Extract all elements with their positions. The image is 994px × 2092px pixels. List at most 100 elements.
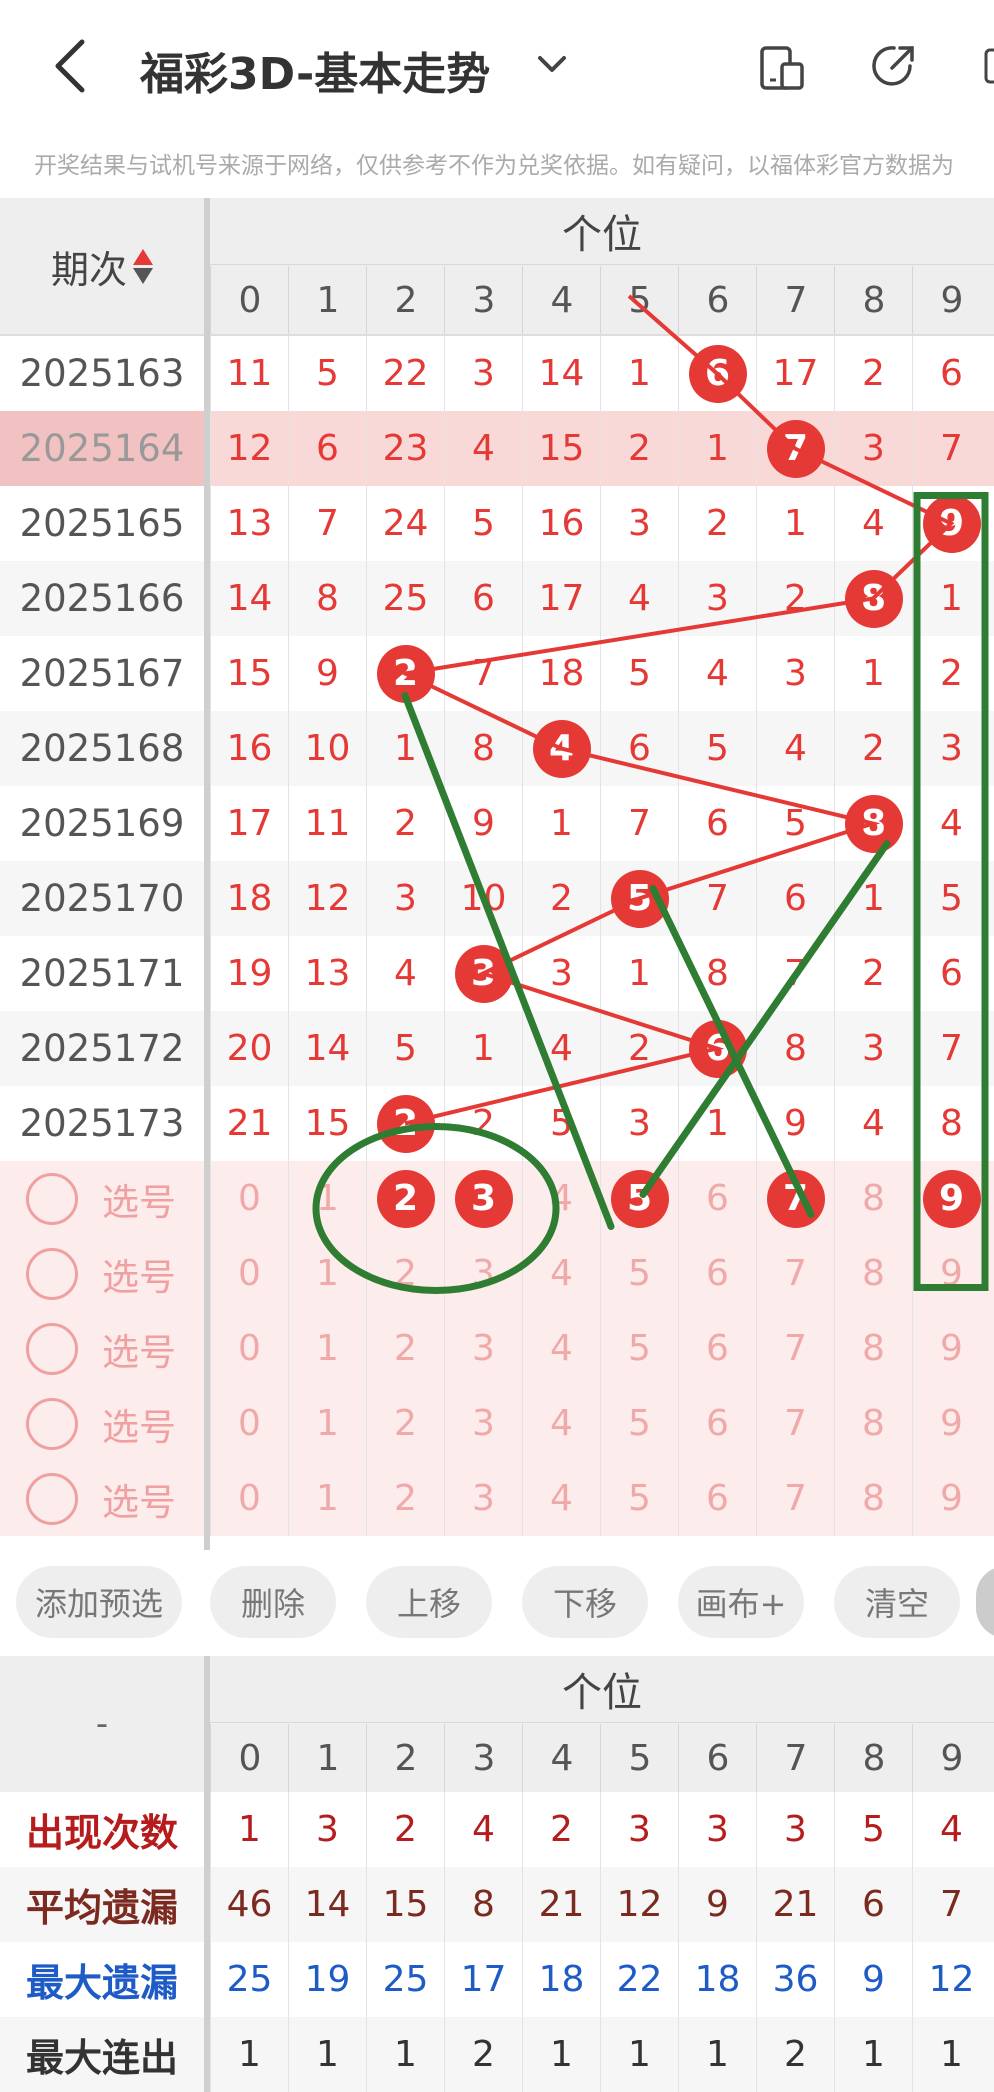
trend-cell[interactable]: 6 [444,561,522,636]
trend-cell[interactable]: 6 [678,1011,756,1086]
trend-cell[interactable]: 7 [678,861,756,936]
pick-cell[interactable]: 9 [912,1461,990,1536]
trend-cell[interactable]: 13 [210,486,288,561]
pick-cell[interactable]: 8 [834,1311,912,1386]
trend-cell[interactable]: 3 [912,711,990,786]
trend-cell[interactable]: 7 [288,486,366,561]
pick-cell[interactable]: 4 [522,1461,600,1536]
sort-icon[interactable] [133,248,153,284]
pick-cell[interactable]: 3 [444,1311,522,1386]
trend-cell[interactable]: 3 [834,1011,912,1086]
pick-cell[interactable]: 1 [288,1161,366,1236]
trend-cell[interactable]: 4 [678,636,756,711]
trend-cell[interactable]: 22 [366,336,444,411]
trend-cell[interactable]: 2 [600,1011,678,1086]
trend-cell[interactable]: 2 [522,861,600,936]
more-icon[interactable] [984,48,994,84]
trend-cell[interactable]: 1 [756,486,834,561]
pick-cell[interactable]: 1 [288,1236,366,1311]
pick-cell[interactable]: 2 [366,1386,444,1461]
back-arrow-icon[interactable] [48,36,92,96]
trend-cell[interactable]: 7 [600,786,678,861]
trend-cell[interactable]: 5 [444,486,522,561]
more-button[interactable] [976,1566,994,1638]
trend-cell[interactable]: 5 [366,1011,444,1086]
trend-cell[interactable]: 5 [600,636,678,711]
pick-selector[interactable]: 选号 [0,1236,204,1311]
pick-cell[interactable]: 5 [600,1461,678,1536]
pick-cell[interactable]: 9 [912,1386,990,1461]
pick-cell[interactable]: 3 [444,1461,522,1536]
trend-cell[interactable]: 3 [834,411,912,486]
pick-cell[interactable]: 4 [522,1386,600,1461]
add-preselect-button[interactable]: 添加预选 [16,1566,182,1638]
trend-cell[interactable]: 1 [366,711,444,786]
trend-cell[interactable]: 11 [288,786,366,861]
trend-cell[interactable]: 8 [834,786,912,861]
radio-circle-icon[interactable] [26,1172,78,1225]
move-up-button[interactable]: 上移 [366,1566,492,1638]
pick-selector[interactable]: 选号 [0,1311,204,1386]
pick-cell[interactable]: 8 [834,1161,912,1236]
pick-cell[interactable]: 7 [756,1386,834,1461]
trend-cell[interactable]: 6 [912,936,990,1011]
trend-cell[interactable]: 8 [444,711,522,786]
trend-cell[interactable]: 5 [522,1086,600,1161]
trend-cell[interactable]: 2 [834,936,912,1011]
trend-cell[interactable]: 3 [600,1086,678,1161]
trend-cell[interactable]: 8 [288,561,366,636]
trend-cell[interactable]: 14 [522,336,600,411]
trend-cell[interactable]: 6 [678,336,756,411]
trend-cell[interactable]: 5 [288,336,366,411]
pick-cell[interactable]: 8 [834,1461,912,1536]
trend-cell[interactable]: 4 [756,711,834,786]
trend-cell[interactable]: 1 [678,1086,756,1161]
chevron-down-icon[interactable] [532,44,572,84]
trend-cell[interactable]: 4 [366,936,444,1011]
trend-cell[interactable]: 18 [210,861,288,936]
trend-cell[interactable]: 6 [288,411,366,486]
trend-cell[interactable]: 6 [678,786,756,861]
trend-cell[interactable]: 5 [912,861,990,936]
pick-cell[interactable]: 9 [912,1236,990,1311]
radio-circle-icon[interactable] [26,1472,78,1525]
trend-cell[interactable]: 2 [834,336,912,411]
trend-cell[interactable]: 14 [210,561,288,636]
trend-cell[interactable]: 4 [444,411,522,486]
pick-cell[interactable]: 0 [210,1236,288,1311]
trend-cell[interactable]: 15 [522,411,600,486]
pick-cell[interactable]: 2 [366,1236,444,1311]
trend-cell[interactable]: 8 [834,561,912,636]
pick-cell[interactable]: 0 [210,1161,288,1236]
share-icon[interactable] [870,42,918,90]
pick-cell[interactable]: 9 [912,1311,990,1386]
pick-cell[interactable]: 5 [600,1161,678,1236]
trend-cell[interactable]: 1 [834,636,912,711]
trend-cell[interactable]: 10 [288,711,366,786]
pick-cell[interactable]: 1 [288,1461,366,1536]
trend-cell[interactable]: 5 [756,786,834,861]
trend-cell[interactable]: 17 [522,561,600,636]
pick-cell[interactable]: 2 [366,1311,444,1386]
trend-cell[interactable]: 6 [912,336,990,411]
delete-button[interactable]: 删除 [210,1566,336,1638]
pick-cell[interactable]: 7 [756,1311,834,1386]
pick-selector[interactable]: 选号 [0,1161,204,1236]
trend-cell[interactable]: 12 [210,411,288,486]
pick-cell[interactable]: 5 [600,1386,678,1461]
trend-cell[interactable]: 2 [366,1086,444,1161]
move-down-button[interactable]: 下移 [522,1566,648,1638]
trend-cell[interactable]: 3 [756,636,834,711]
radio-circle-icon[interactable] [26,1322,78,1375]
trend-cell[interactable]: 1 [522,786,600,861]
trend-cell[interactable]: 3 [522,936,600,1011]
trend-cell[interactable]: 7 [756,936,834,1011]
trend-cell[interactable]: 6 [600,711,678,786]
trend-cell[interactable]: 20 [210,1011,288,1086]
trend-cell[interactable]: 4 [522,711,600,786]
trend-cell[interactable]: 1 [600,936,678,1011]
pick-cell[interactable]: 3 [444,1161,522,1236]
trend-cell[interactable]: 7 [912,1011,990,1086]
trend-cell[interactable]: 14 [288,1011,366,1086]
pick-cell[interactable]: 1 [288,1386,366,1461]
